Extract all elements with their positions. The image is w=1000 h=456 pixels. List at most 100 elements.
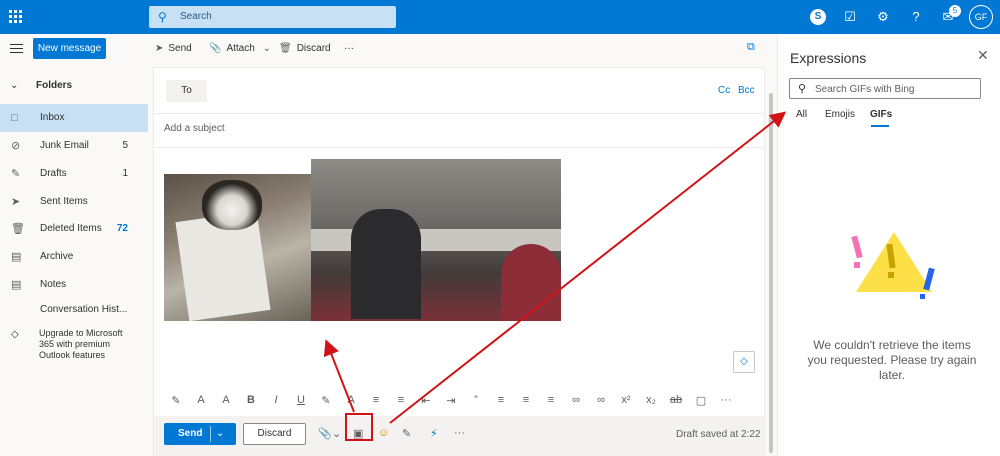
inbox-icon: □ (11, 112, 18, 124)
increase-indent-icon[interactable]: ⇥ (443, 394, 459, 407)
discard-button[interactable]: Discard (243, 423, 306, 445)
gif-image-dog[interactable] (164, 174, 312, 321)
unlink-icon[interactable]: ∞ (593, 394, 609, 406)
help-icon[interactable]: ? (908, 9, 924, 25)
nav-item-drafts[interactable]: ✎ Drafts 1 (0, 160, 148, 188)
avatar[interactable]: GF (969, 5, 993, 29)
discard-command[interactable]: 🗑 Discard (279, 43, 331, 54)
hamburger-icon[interactable] (10, 44, 23, 56)
link-icon[interactable]: ∞ (568, 394, 584, 406)
left-nav: New message ⌄ Folders □ Inbox ⊘ Junk Emai… (0, 34, 148, 456)
more-options-icon[interactable]: ··· (344, 43, 354, 54)
new-message-button[interactable]: New message (33, 38, 106, 59)
bullets-icon[interactable]: ≡ (368, 394, 384, 406)
italic-icon[interactable]: I (268, 394, 284, 406)
superscript-icon[interactable]: x² (618, 394, 634, 406)
highlight-insert-picture (345, 413, 373, 441)
nav-item-conversation-history[interactable]: Conversation Hist... (0, 296, 148, 324)
quote-icon[interactable]: ” (468, 394, 484, 406)
nav-item-sent-items[interactable]: ➤ Sent Items (0, 188, 148, 216)
expressions-title: Expressions (790, 50, 867, 66)
send-button-label: Send (178, 428, 203, 439)
cc-button[interactable]: Cc (718, 85, 730, 96)
error-message: We couldn't retrieve the items you reque… (807, 338, 977, 382)
subscript-icon[interactable]: x₂ (643, 394, 659, 406)
close-icon[interactable]: ✕ (977, 47, 989, 64)
nav-item-label: Drafts (40, 168, 67, 179)
align-right-icon[interactable]: ≡ (543, 394, 559, 406)
send-options-chevron-icon[interactable]: ⌄ (216, 423, 224, 445)
search-icon: ⚲ (158, 10, 167, 24)
attach-command[interactable]: 📎 Attach ⌄ (209, 43, 271, 54)
bold-icon[interactable]: B (243, 394, 259, 406)
app-launcher-icon[interactable] (9, 10, 23, 24)
tab-gifs[interactable]: GIFs (870, 109, 892, 120)
nav-item-count: 5 (122, 140, 128, 151)
nav-item-label: Conversation Hist... (40, 304, 128, 315)
todo-icon[interactable]: ☑ (842, 9, 858, 25)
sent-icon: ➤ (11, 196, 21, 208)
notification-badge: 5 (949, 5, 961, 17)
emoji-icon[interactable]: ☺ (378, 427, 389, 439)
nav-item-count: 72 (116, 223, 128, 234)
editor-icon[interactable]: ⚡ (430, 427, 438, 440)
attach-icon[interactable]: 📎 (318, 427, 332, 440)
expressions-pane: Expressions ✕ ⚲ Search GIFs with Bing Al… (777, 34, 1000, 456)
signature-icon[interactable]: ✎ (402, 427, 411, 440)
grow-font-icon[interactable]: A (218, 394, 234, 406)
clear-formatting-icon[interactable]: ▢ (693, 394, 709, 407)
chevron-down-icon: ⌄ (262, 43, 271, 54)
search-placeholder: Search (180, 11, 212, 22)
folders-header[interactable]: ⌄ Folders (10, 80, 72, 91)
nav-item-inbox[interactable]: □ Inbox (0, 104, 148, 132)
to-button[interactable]: To (166, 80, 207, 102)
compose-action-bar: Send ⌄ Discard 📎 ⌄ ▣ ☺ ✎ ⚡ ··· Draft sav… (154, 416, 764, 456)
diamond-icon: ◇ (11, 329, 19, 340)
search-input[interactable]: ⚲ Search (149, 6, 396, 28)
bcc-button[interactable]: Bcc (738, 85, 755, 96)
settings-icon[interactable]: ⚙ (875, 9, 891, 25)
formatting-toolbar: ✎ A A B I U ✎ A ≡ ≡ ⇤ ⇥ ” ≡ ≡ ≡ ∞ ∞ x² x… (154, 386, 764, 416)
send-command[interactable]: ➤ Send (155, 43, 192, 54)
chevron-down-icon: ⌄ (10, 80, 19, 91)
gif-search-input[interactable]: ⚲ Search GIFs with Bing (789, 78, 981, 99)
gif-search-placeholder: Search GIFs with Bing (815, 84, 915, 95)
skype-icon[interactable]: S (810, 9, 826, 25)
send-button[interactable]: Send ⌄ (164, 423, 236, 445)
notes-icon: ▤ (11, 279, 22, 291)
search-icon: ⚲ (798, 83, 807, 95)
upgrade-link[interactable]: Upgrade to Microsoft 365 with premium Ou… (39, 328, 139, 361)
font-size-icon[interactable]: A (193, 394, 209, 406)
underline-icon[interactable]: U (293, 394, 309, 406)
font-color-icon[interactable]: A (343, 394, 359, 406)
folders-label: Folders (36, 80, 73, 91)
nav-item-deleted-items[interactable]: 🗑 Deleted Items 72 (0, 215, 148, 243)
more-formatting-icon[interactable]: ··· (718, 394, 734, 406)
more-actions-icon[interactable]: ··· (454, 427, 465, 439)
strikethrough-icon[interactable]: ab (668, 394, 684, 406)
subject-field[interactable]: Add a subject (164, 123, 225, 134)
tab-all[interactable]: All (796, 109, 807, 120)
numbering-icon[interactable]: ≡ (393, 394, 409, 406)
align-left-icon[interactable]: ≡ (493, 394, 509, 406)
popout-icon[interactable]: ⧉ (747, 41, 755, 54)
tab-emojis[interactable]: Emojis (825, 109, 855, 120)
compose-command-bar: ➤ Send 📎 Attach ⌄ 🗑 Discard ··· (148, 34, 776, 66)
nav-item-label: Notes (40, 279, 67, 290)
decrease-indent-icon[interactable]: ⇤ (418, 394, 434, 407)
active-tab-indicator (871, 125, 889, 127)
highlight-icon[interactable]: ✎ (318, 394, 334, 407)
nav-item-label: Junk Email (40, 140, 89, 151)
nav-item-archive[interactable]: ▤ Archive (0, 243, 148, 271)
compose-scrollbar[interactable] (766, 67, 776, 456)
gif-image-classroom[interactable] (311, 159, 561, 321)
error-illustration-icon (851, 232, 935, 299)
nav-item-notes[interactable]: ▤ Notes (0, 271, 148, 299)
nav-item-junk-email[interactable]: ⊘ Junk Email 5 (0, 132, 148, 160)
align-center-icon[interactable]: ≡ (518, 394, 534, 406)
format-painter-icon[interactable]: ✎ (168, 394, 184, 407)
nav-item-label: Sent Items (40, 196, 88, 207)
premium-diamond-icon[interactable]: ◇ (733, 351, 755, 373)
attach-chevron-icon[interactable]: ⌄ (332, 427, 341, 440)
nav-item-label: Inbox (40, 112, 65, 123)
